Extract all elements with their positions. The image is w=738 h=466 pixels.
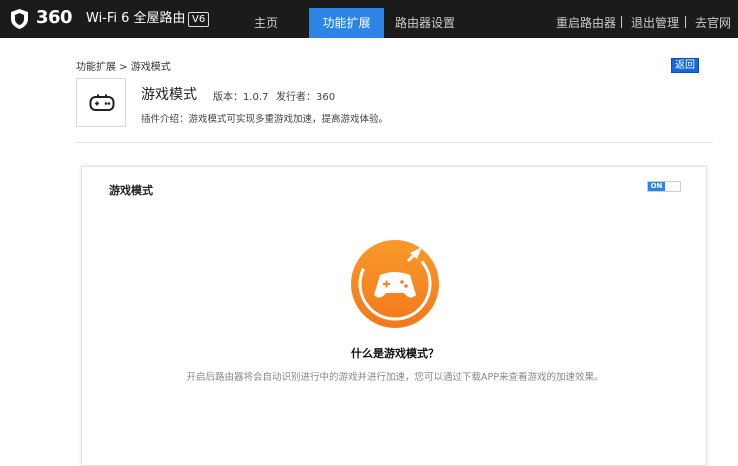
toggle-on-label: ON: [648, 182, 665, 191]
top-navigation-bar: 360 Wi-Fi 6 全屋路由 V6 主页 功能扩展 路由器设置 重启路由器 …: [0, 0, 738, 38]
360-logo-icon: [11, 9, 28, 29]
restart-router-link[interactable]: 重启路由器: [556, 9, 616, 37]
back-button[interactable]: 返回: [671, 58, 699, 73]
plugin-icon: [76, 78, 126, 127]
what-is-game-mode-heading: 什么是游戏模式？: [351, 347, 439, 360]
game-mode-description: 开启后路由器将会自动识别进行中的游戏并进行加速，您可以通过下载APP来查看游戏的…: [186, 372, 604, 383]
nav-tab-router-settings[interactable]: 路由器设置: [390, 9, 460, 38]
logo-mark: 360: [36, 7, 73, 28]
breadcrumb[interactable]: 功能扩展 > 游戏模式: [76, 58, 171, 73]
nav-tab-home[interactable]: 主页: [236, 9, 296, 38]
nav-separator: [621, 16, 622, 28]
plugin-publisher: 发行者：360: [276, 92, 336, 103]
nav-separator: [685, 16, 686, 28]
plugin-title: 游戏模式: [141, 87, 197, 103]
nav-tab-extensions[interactable]: 功能扩展: [309, 8, 384, 38]
gamepad-icon: [89, 94, 115, 111]
logout-link[interactable]: 退出管理: [631, 9, 679, 37]
version-badge: V6: [188, 12, 210, 27]
card-title: 游戏模式: [109, 184, 153, 197]
divider: [75, 142, 713, 143]
official-site-link[interactable]: 去官网: [695, 9, 731, 37]
logo-product-name: Wi-Fi 6 全屋路由: [86, 11, 186, 26]
plugin-version: 版本：1.0.7: [213, 92, 269, 103]
game-mode-toggle[interactable]: ON: [647, 181, 681, 192]
game-mode-card: 游戏模式 ON 什么是游戏模式？ 开启后路由器将会自动识别进行中的游戏并进行加速…: [81, 166, 707, 466]
plugin-intro: 插件介绍：游戏模式可实现多重游戏加速，提高游戏体验。: [141, 114, 389, 125]
game-rocket-icon: [351, 240, 439, 328]
